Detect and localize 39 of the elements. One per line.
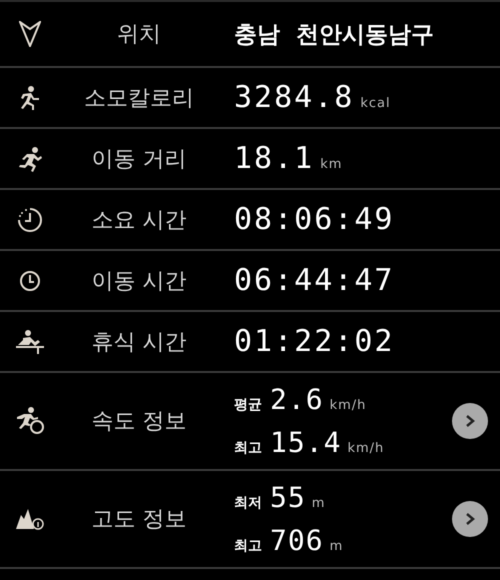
row-label: 휴식 시간 [90,328,188,356]
row-label: 소요 시간 [90,206,188,234]
stat-value: 15.4 [270,426,342,459]
chevron-icon [464,512,476,526]
stat-value: 55 [270,481,306,514]
unit-label: kcal [360,96,391,111]
unit-label: m [330,539,344,554]
row-label: 소모칼로리 [83,84,195,112]
row-label: 위치 [116,21,162,49]
runner-speed-icon [15,407,45,435]
detail-button[interactable] [452,403,488,439]
runner-icon [17,146,43,172]
row-label: 이동 거리 [90,146,188,174]
pin-icon [19,21,41,47]
timer-icon [17,206,43,232]
detail-button[interactable] [452,501,488,537]
unit-label: m [312,496,326,511]
row-label: 속도 정보 [90,408,188,436]
stat-prefix: 최고 [234,439,262,457]
stat-value: 01:22:02 [234,324,394,359]
unit-label: km/h [330,398,366,413]
resting-figure-icon [16,330,44,354]
stat-value: 3284.8 [234,80,354,115]
row-label: 고도 정보 [90,506,188,534]
clock-icon [19,270,41,292]
unit-label: km [320,157,342,172]
stat-prefix: 평균 [234,396,262,414]
row-label: 이동 시간 [90,268,188,296]
location-value: 충남 천안시동남구 [234,20,434,50]
mountain-icon [15,507,45,531]
stat-value: 706 [270,524,324,557]
stat-value: 18.1 [234,141,314,176]
chevron-icon [464,414,476,428]
unit-label: km/h [347,441,384,456]
stat-prefix: 최고 [234,537,262,555]
stat-value: 2.6 [270,383,324,416]
stat-prefix: 최저 [234,494,262,512]
stat-value: 06:44:47 [234,263,394,298]
stat-value: 08:06:49 [234,202,394,237]
